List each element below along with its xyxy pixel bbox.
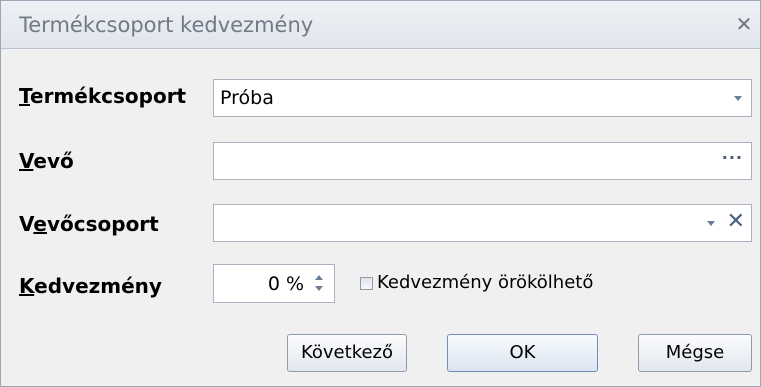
discount-label: Kedvezmény <box>19 274 162 298</box>
discount-value: 0 % <box>267 273 304 295</box>
discount-spinner[interactable]: 0 % <box>213 264 335 303</box>
customer-label: Vevő <box>19 149 74 173</box>
next-button[interactable]: Következő <box>287 334 407 372</box>
customer-group-select[interactable]: ✕ <box>213 204 752 242</box>
inherit-checkbox[interactable] <box>360 277 373 290</box>
clear-icon[interactable]: ✕ <box>727 210 745 234</box>
inherit-checkbox-label[interactable]: Kedvezmény örökölhető <box>377 272 593 293</box>
spin-down-icon[interactable] <box>315 286 323 291</box>
cancel-button[interactable]: Mégse <box>638 334 752 372</box>
discount-dialog: Termékcsoport kedvezmény ✕ Termékcsoport… <box>0 0 761 387</box>
product-group-select[interactable]: Próba <box>213 79 752 117</box>
ok-button[interactable]: OK <box>447 334 598 372</box>
browse-icon[interactable]: ··· <box>722 148 743 167</box>
chevron-down-icon[interactable] <box>734 96 742 101</box>
chevron-down-icon[interactable] <box>707 221 715 226</box>
dialog-title: Termékcsoport kedvezmény <box>19 13 314 37</box>
close-icon[interactable]: ✕ <box>734 14 754 34</box>
title-bar[interactable]: Termékcsoport kedvezmény ✕ <box>1 1 760 49</box>
product-group-value: Próba <box>220 87 274 109</box>
customer-group-label: Vevőcsoport <box>19 212 159 236</box>
product-group-label: Termékcsoport <box>19 84 187 108</box>
spin-up-icon[interactable] <box>315 275 323 280</box>
customer-field[interactable]: ··· <box>213 142 752 180</box>
